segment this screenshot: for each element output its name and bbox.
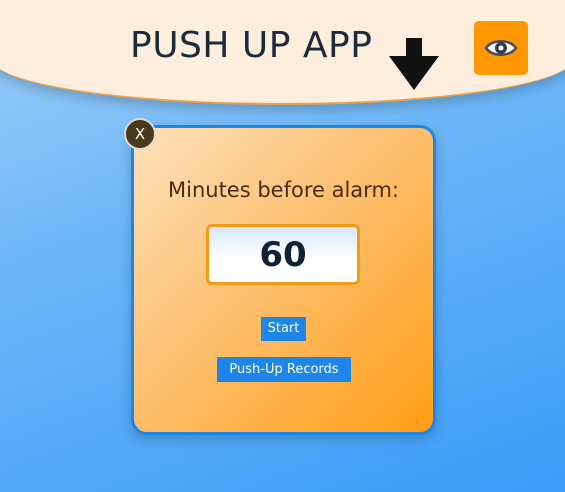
- minutes-input[interactable]: [206, 224, 360, 285]
- arrow-down-icon: [389, 38, 439, 90]
- push-up-records-button[interactable]: Push-Up Records: [217, 357, 351, 382]
- start-button[interactable]: Start: [261, 317, 306, 341]
- close-button[interactable]: X: [124, 118, 156, 150]
- eye-icon: [484, 40, 518, 56]
- minutes-label: Minutes before alarm:: [168, 178, 399, 202]
- toggle-visibility-button[interactable]: [474, 21, 528, 75]
- timer-card: Minutes before alarm: Start Push-Up Reco…: [131, 125, 436, 435]
- app-title: PUSH UP APP: [130, 25, 373, 66]
